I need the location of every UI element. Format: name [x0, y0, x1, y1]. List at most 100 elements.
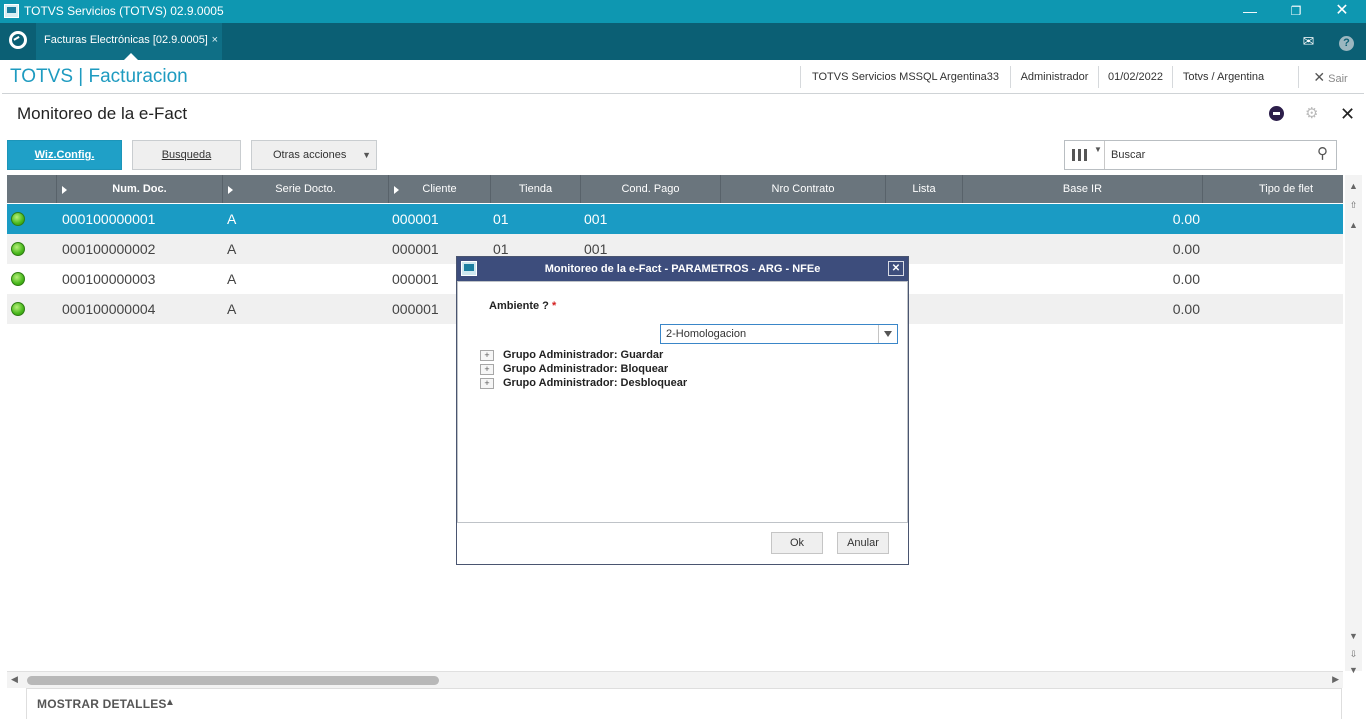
header-label: Tipo de flet	[1258, 183, 1313, 195]
cell-serie: A	[227, 271, 237, 287]
close-page-icon[interactable]: ✕	[1340, 105, 1356, 123]
mail-icon[interactable]: ✉	[1292, 23, 1325, 60]
ambiente-select-value: 2-Homologacion	[666, 328, 747, 340]
header-label: Lista	[912, 183, 936, 195]
cell-serie: A	[227, 301, 237, 317]
dialog-title-bar: Monitoreo de la e-Fact - PARAMETROS - AR…	[457, 257, 908, 281]
vertical-scrollbar[interactable]: ▲ ⇧ ▲ ▼ ⇩ ▼	[1345, 175, 1362, 675]
group-guardar[interactable]: Grupo Administrador: Guardar	[503, 349, 663, 361]
search-box: ▼ Buscar ⚲	[1064, 140, 1337, 170]
exit-button[interactable]: ✕ Sair	[1298, 66, 1362, 88]
search-input[interactable]: Buscar	[1111, 149, 1145, 161]
ambiente-label: Ambiente ? *	[489, 300, 556, 312]
ambiente-select[interactable]: 2-Homologacion	[660, 324, 898, 344]
scroll-right-icon[interactable]: ▶	[1332, 674, 1339, 685]
minimize-icon[interactable]: —	[1227, 0, 1273, 23]
sort-arrow-icon	[394, 186, 399, 194]
scroll-top-icon[interactable]: ▲	[1348, 181, 1359, 192]
header-label: Cond. Pago	[621, 183, 680, 195]
scroll-bottom-icon[interactable]: ▼	[1348, 665, 1359, 676]
grid-header-lista[interactable]: Lista	[886, 175, 963, 203]
header-label: Nro Contrato	[771, 183, 835, 195]
cell-tienda: 01	[493, 211, 509, 227]
totvs-logo-icon[interactable]	[9, 31, 27, 49]
status-green-icon	[11, 302, 25, 316]
search-icon[interactable]: ⚲	[1317, 144, 1328, 162]
scroll-page-up-icon[interactable]: ⇧	[1348, 200, 1359, 211]
company-label: Totvs / Argentina	[1172, 66, 1274, 88]
group-desbloquear[interactable]: Grupo Administrador: Desbloquear	[503, 377, 687, 389]
app-header: TOTVS | Facturacion TOTVS Servicios MSSQ…	[2, 60, 1364, 94]
cell-serie: A	[227, 211, 237, 227]
page-title: Monitoreo de la e-Fact	[17, 104, 188, 123]
grid-header-cond-pago[interactable]: Cond. Pago	[581, 175, 721, 203]
columns-icon[interactable]: ▼	[1065, 141, 1105, 169]
cell-base-ir: 0.00	[1172, 301, 1200, 317]
grid-header-tipo-flet[interactable]: Tipo de flet	[1203, 175, 1343, 203]
header-label: Num. Doc.	[112, 183, 167, 195]
cell-cliente: 000001	[392, 301, 439, 317]
cell-num-doc: 000100000003	[62, 271, 156, 287]
help-icon[interactable]: ?	[1330, 23, 1363, 60]
header-label: Cliente	[422, 183, 457, 195]
wiz-config-button[interactable]: Wiz.Config.	[7, 140, 122, 170]
grid-header-tienda[interactable]: Tienda	[491, 175, 581, 203]
tab-active-indicator	[124, 53, 138, 60]
table-row[interactable]: 000100000001 A 000001 01 001 0.00	[7, 204, 1343, 234]
scroll-left-icon[interactable]: ◀	[11, 674, 18, 685]
chevron-up-icon: ▲	[165, 697, 175, 708]
scroll-down-icon[interactable]: ▼	[1348, 631, 1359, 642]
sort-arrow-icon	[62, 186, 67, 194]
dropdown-arrow-icon: ▼	[362, 150, 371, 160]
horizontal-scrollbar[interactable]: ◀ ▶	[7, 671, 1343, 688]
header-label: Tienda	[518, 183, 553, 195]
grid-header-nro-contrato[interactable]: Nro Contrato	[721, 175, 886, 203]
otras-acciones-label: Otras acciones	[273, 149, 347, 161]
details-footer[interactable]: MOSTRAR DETALLES ▲	[26, 688, 1342, 719]
tab-facturas-electronicas[interactable]: Facturas Electrónicas [02.9.0005] ×	[36, 23, 222, 60]
grid-header-cliente[interactable]: Cliente	[389, 175, 491, 203]
ok-button[interactable]: Ok	[771, 532, 823, 554]
expand-plus-icon[interactable]: +	[480, 378, 494, 389]
grid-header-serie[interactable]: Serie Docto.	[223, 175, 389, 203]
window-title: TOTVS Servicios (TOTVS) 02.9.0005	[24, 4, 224, 18]
scroll-thumb[interactable]	[27, 676, 439, 685]
cell-num-doc: 000100000002	[62, 241, 156, 257]
close-tab-icon[interactable]: ×	[212, 23, 218, 57]
required-mark: *	[551, 300, 557, 312]
scroll-up-icon[interactable]: ▲	[1348, 220, 1359, 231]
group-bloquear[interactable]: Grupo Administrador: Bloquear	[503, 363, 668, 375]
wiz-config-label: Wiz.Config.	[34, 149, 95, 161]
cell-cliente: 000001	[392, 241, 439, 257]
minus-circle-icon[interactable]	[1269, 106, 1285, 122]
status-green-icon	[11, 242, 25, 256]
dialog-close-icon[interactable]: ✕	[888, 261, 904, 276]
expand-plus-icon[interactable]: +	[480, 350, 494, 361]
grid-header-base-ir[interactable]: Base IR	[963, 175, 1203, 203]
show-details-label: MOSTRAR DETALLES	[37, 697, 167, 711]
exit-label: Sair	[1328, 73, 1348, 85]
cell-num-doc: 000100000001	[62, 211, 156, 227]
status-green-icon	[11, 212, 25, 226]
date-label: 01/02/2022	[1098, 66, 1172, 88]
dialog-title: Monitoreo de la e-Fact - PARAMETROS - AR…	[544, 263, 821, 275]
restore-icon[interactable]: ❐	[1273, 0, 1319, 23]
dialog-app-icon	[461, 261, 477, 276]
cell-base-ir: 0.00	[1172, 271, 1200, 287]
grid-header-num-doc[interactable]: Num. Doc.	[57, 175, 223, 203]
cell-cliente: 000001	[392, 211, 439, 227]
close-icon: ✕	[1313, 69, 1326, 85]
header-label: Base IR	[1062, 183, 1103, 195]
scroll-page-down-icon[interactable]: ⇩	[1348, 649, 1359, 660]
close-window-icon[interactable]: ✕	[1319, 0, 1365, 23]
chevron-down-icon[interactable]	[878, 325, 897, 343]
sort-arrow-icon	[228, 186, 233, 194]
busqueda-button[interactable]: Busqueda	[132, 140, 241, 170]
cancel-button[interactable]: Anular	[837, 532, 889, 554]
otras-acciones-button[interactable]: Otras acciones ▼	[251, 140, 377, 170]
expand-plus-icon[interactable]: +	[480, 364, 494, 375]
gear-icon[interactable]: ⚙	[1305, 106, 1321, 122]
cell-cliente: 000001	[392, 271, 439, 287]
window-title-bar: TOTVS Servicios (TOTVS) 02.9.0005 — ❐ ✕	[0, 0, 1366, 23]
cell-cond-pago: 001	[584, 211, 608, 227]
